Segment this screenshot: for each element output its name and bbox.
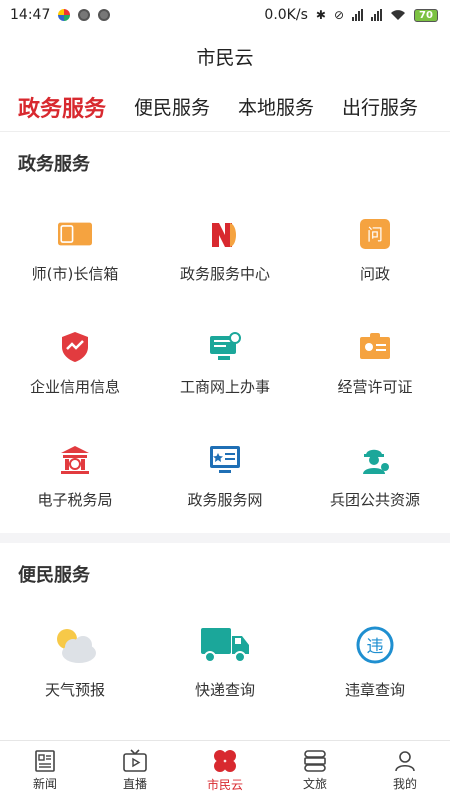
service-weather[interactable]: 天气预报 bbox=[0, 605, 150, 718]
tab-convenience-services[interactable]: 便民服务 bbox=[134, 93, 210, 120]
nav-label: 直播 bbox=[122, 777, 147, 791]
notification-icon bbox=[78, 9, 91, 21]
user-icon bbox=[395, 751, 415, 772]
convenience-services-grid: 天气预报 快递查询 违 违章查询 bbox=[0, 605, 450, 718]
svg-text:违: 违 bbox=[367, 637, 384, 657]
nav-culture-travel[interactable]: 文旅 bbox=[270, 741, 360, 800]
nav-live[interactable]: 直播 bbox=[90, 741, 180, 800]
nav-label: 文旅 bbox=[302, 777, 327, 791]
battery-icon: 70 bbox=[414, 8, 438, 22]
app-notification-icon bbox=[58, 9, 71, 21]
section-divider bbox=[0, 533, 450, 543]
service-label: 问政 bbox=[359, 265, 390, 283]
nav-label: 市民云 bbox=[206, 778, 243, 792]
service-public-resources[interactable]: 兵团公共资源 bbox=[300, 420, 450, 533]
status-bar: 14:47 0.0K/s ✱ ⊘ 70 bbox=[0, 0, 450, 30]
service-business-license[interactable]: 经营许可证 bbox=[300, 307, 450, 420]
service-label: 快递查询 bbox=[194, 681, 255, 699]
service-mailbox[interactable]: 师(市)长信箱 bbox=[0, 194, 150, 307]
service-e-tax[interactable]: 电子税务局 bbox=[0, 420, 150, 533]
tax-bureau-icon bbox=[58, 443, 92, 477]
signal-icon bbox=[371, 9, 382, 21]
computer-icon bbox=[208, 330, 242, 364]
service-label: 兵团公共资源 bbox=[329, 491, 420, 509]
wifi-icon bbox=[391, 10, 405, 20]
question-icon: 问 bbox=[358, 217, 392, 251]
signal-icon bbox=[352, 9, 363, 21]
mailbox-icon bbox=[58, 217, 92, 251]
notification-icon bbox=[98, 9, 111, 21]
bluetooth-icon: ✱ bbox=[315, 8, 326, 22]
tab-gov-services[interactable]: 政务服务 bbox=[18, 91, 106, 123]
service-label: 违章查询 bbox=[344, 681, 405, 699]
soldier-icon bbox=[358, 443, 392, 477]
travel-icon bbox=[304, 750, 326, 772]
license-icon bbox=[358, 330, 392, 364]
network-speed: 0.0K/s bbox=[264, 7, 308, 23]
tab-local-services[interactable]: 本地服务 bbox=[238, 93, 314, 120]
service-label: 政务服务中心 bbox=[179, 265, 270, 283]
service-credit-info[interactable]: 企业信用信息 bbox=[0, 307, 150, 420]
bottom-nav: 新闻 直播 市民云 文旅 我的 bbox=[0, 740, 450, 800]
gov-services-grid: 师(市)长信箱 政务服务中心 问 问政 企业信用信息 工商网上办事 经营许可证 … bbox=[0, 194, 450, 533]
monitor-icon bbox=[208, 443, 242, 477]
service-label: 经营许可证 bbox=[337, 378, 413, 396]
service-business-online[interactable]: 工商网上办事 bbox=[150, 307, 300, 420]
category-tabs: 政务服务 便民服务 本地服务 出行服务 bbox=[0, 82, 450, 132]
service-violation[interactable]: 违 违章查询 bbox=[300, 605, 450, 718]
service-label: 电子税务局 bbox=[37, 491, 113, 509]
nav-news[interactable]: 新闻 bbox=[0, 741, 90, 800]
violation-icon: 违 bbox=[350, 623, 400, 667]
nav-label: 我的 bbox=[392, 777, 417, 791]
tv-icon bbox=[123, 749, 147, 772]
tab-travel-services[interactable]: 出行服务 bbox=[342, 93, 418, 120]
content-area: 政务服务 师(市)长信箱 政务服务中心 问 问政 企业信用信息 工商网上办事 经… bbox=[0, 132, 450, 740]
page-title: 市民云 bbox=[196, 46, 254, 69]
section-title: 政务服务 bbox=[18, 154, 90, 175]
service-label: 工商网上办事 bbox=[179, 378, 270, 396]
news-icon bbox=[35, 750, 55, 772]
status-time: 14:47 bbox=[10, 7, 51, 23]
mute-icon: ⊘ bbox=[333, 8, 344, 22]
nav-label: 新闻 bbox=[32, 777, 57, 791]
truck-icon bbox=[200, 623, 250, 667]
service-label: 政务服务网 bbox=[187, 491, 263, 509]
service-express[interactable]: 快递查询 bbox=[150, 605, 300, 718]
service-label: 师(市)长信箱 bbox=[31, 265, 119, 283]
service-label: 天气预报 bbox=[44, 681, 105, 699]
nav-mine[interactable]: 我的 bbox=[360, 741, 450, 800]
clover-icon bbox=[214, 750, 236, 772]
n-logo-icon bbox=[208, 217, 242, 251]
service-gov-website[interactable]: 政务服务网 bbox=[150, 420, 300, 533]
section-title: 便民服务 bbox=[18, 565, 90, 586]
service-inquiry[interactable]: 问 问政 bbox=[300, 194, 450, 307]
shield-icon bbox=[58, 330, 92, 364]
service-label: 企业信用信息 bbox=[29, 378, 120, 396]
nav-citizen-cloud[interactable]: 市民云 bbox=[180, 741, 270, 800]
svg-text:问: 问 bbox=[367, 225, 383, 244]
service-gov-center[interactable]: 政务服务中心 bbox=[150, 194, 300, 307]
weather-icon bbox=[50, 623, 100, 667]
